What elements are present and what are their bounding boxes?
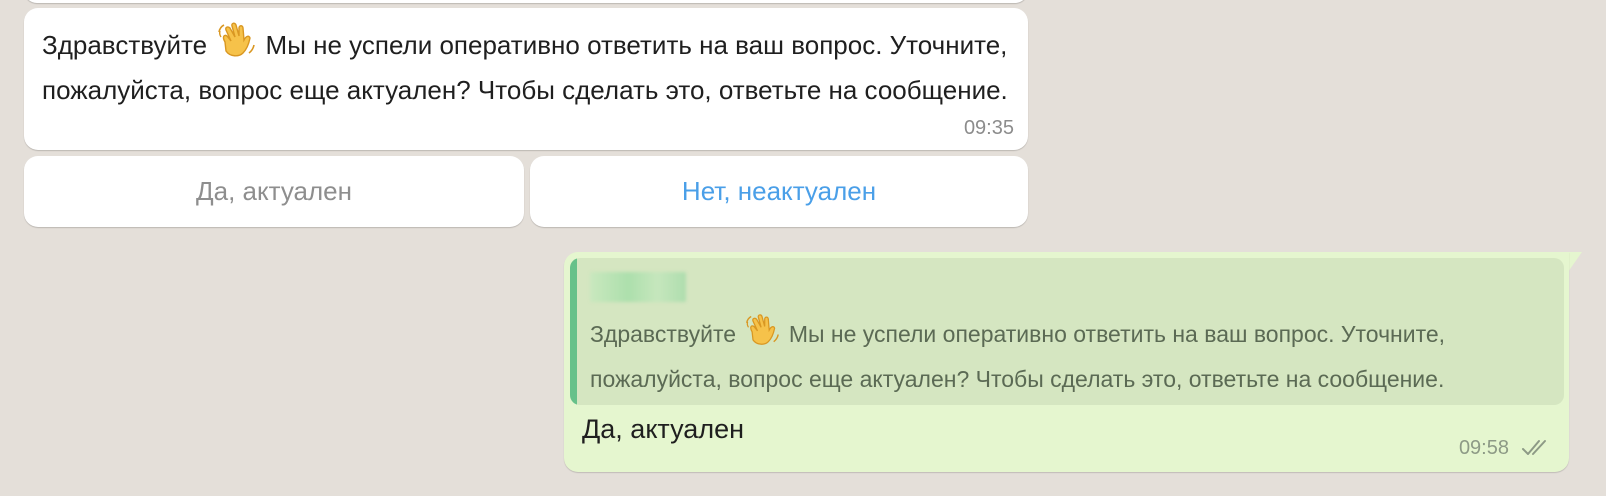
reply-yes-button[interactable]: Да, актуален [24,156,524,227]
chat-area[interactable]: Здравствуйте Мы не успели оперативно отв… [0,0,1606,496]
outgoing-bubble-tail [1568,252,1582,272]
incoming-timestamp: 09:35 [963,117,1014,139]
quote-author-blurred [590,272,686,302]
quote-text-start: Здравствуйте [590,321,737,347]
outgoing-message-text: Да, актуален [582,414,744,444]
quote-accent-bar [570,258,577,405]
waving-hand-icon [216,20,256,71]
reply-no-button[interactable]: Нет, неактуален [530,156,1028,227]
waving-hand-icon [744,312,780,360]
incoming-message-text: Здравствуйте Мы не успели оперативно отв… [42,20,1017,110]
double-check-icon [1522,440,1546,455]
outgoing-timestamp: 09:58 [1458,437,1509,459]
reply-quote[interactable]: Здравствуйте Мы не успели оперативно отв… [570,258,1564,405]
incoming-message[interactable]: Здравствуйте Мы не успели оперативно отв… [24,8,1028,150]
outgoing-message[interactable]: Здравствуйте Мы не успели оперативно отв… [564,252,1569,472]
quote-text: Здравствуйте Мы не успели оперативно отв… [590,312,1550,399]
previous-message-bubble [24,0,1028,3]
incoming-text-start: Здравствуйте [42,30,208,60]
